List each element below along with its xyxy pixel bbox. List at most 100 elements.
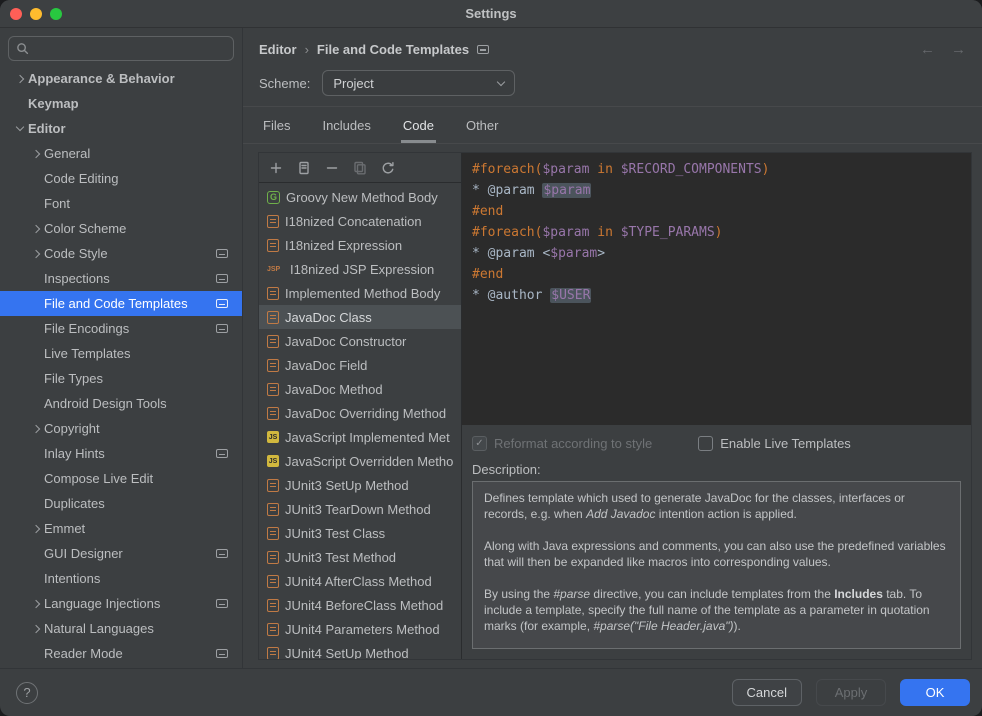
tree-item-compose-live-edit[interactable]: Compose Live Edit xyxy=(0,466,242,491)
tree-item-keymap[interactable]: Keymap xyxy=(0,91,242,116)
code-token: $RECORD_COMPONENTS xyxy=(621,162,762,177)
tree-item-intentions[interactable]: Intentions xyxy=(0,566,242,591)
code-line: #foreach($param in $RECORD_COMPONENTS) xyxy=(472,159,971,180)
tab-code[interactable]: Code xyxy=(401,107,436,143)
chevron-right-icon[interactable] xyxy=(32,224,40,232)
tree-item-label: Editor xyxy=(28,121,66,136)
cancel-button[interactable]: Cancel xyxy=(732,679,802,706)
tree-item-live-templates[interactable]: Live Templates xyxy=(0,341,242,366)
template-list-item-javascript-implemented-met[interactable]: JSJavaScript Implemented Met xyxy=(259,425,461,449)
template-icon xyxy=(267,311,279,324)
create-child-template-button[interactable] xyxy=(293,157,315,179)
tree-item-font[interactable]: Font xyxy=(0,191,242,216)
minimize-button[interactable] xyxy=(30,8,42,20)
tree-item-inlay-hints[interactable]: Inlay Hints xyxy=(0,441,242,466)
tree-item-copyright[interactable]: Copyright xyxy=(0,416,242,441)
help-button[interactable]: ? xyxy=(16,682,38,704)
chevron-slot xyxy=(28,251,44,257)
enable-live-templates-option[interactable]: Enable Live Templates xyxy=(698,436,851,451)
tree-item-android-design-tools[interactable]: Android Design Tools xyxy=(0,391,242,416)
remove-template-button[interactable] xyxy=(321,157,343,179)
tree-item-label: Color Scheme xyxy=(44,221,126,236)
live-templates-label: Enable Live Templates xyxy=(720,436,851,451)
add-template-button[interactable] xyxy=(265,157,287,179)
description-text: intention action is applied. xyxy=(655,507,796,521)
settings-tree: Appearance & BehaviorKeymap Editor General… xyxy=(0,66,242,668)
monitor-icon xyxy=(216,324,228,333)
scheme-select[interactable]: Project xyxy=(322,70,515,96)
description-label: Description: xyxy=(462,458,971,481)
tree-item-inspections[interactable]: Inspections xyxy=(0,266,242,291)
chevron-down-icon[interactable] xyxy=(16,123,24,131)
traffic-lights xyxy=(10,8,62,20)
breadcrumb-editor[interactable]: Editor xyxy=(259,42,297,57)
javascript-icon: JS xyxy=(267,431,279,443)
copy-template-button[interactable] xyxy=(349,157,371,179)
settings-search-box[interactable] xyxy=(8,36,234,61)
tree-item-file-and-code-templates[interactable]: File and Code Templates xyxy=(0,291,242,316)
forward-arrow-button[interactable]: → xyxy=(951,41,966,58)
tab-other[interactable]: Other xyxy=(464,107,501,143)
code-token: in xyxy=(597,225,613,240)
tree-item-editor[interactable]: Editor xyxy=(0,116,242,141)
titlebar: Settings xyxy=(0,0,982,28)
tree-item-natural-languages[interactable]: Natural Languages xyxy=(0,616,242,641)
tab-includes[interactable]: Includes xyxy=(320,107,372,143)
chevron-right-icon[interactable] xyxy=(32,424,40,432)
chevron-right-icon[interactable] xyxy=(16,74,24,82)
tree-item-duplicates[interactable]: Duplicates xyxy=(0,491,242,516)
template-list-item-javadoc-overriding-method[interactable]: JavaDoc Overriding Method xyxy=(259,401,461,425)
live-templates-checkbox[interactable] xyxy=(698,436,713,451)
template-item-label: JavaDoc Constructor xyxy=(285,334,406,349)
tree-item-label: Code Editing xyxy=(44,171,118,186)
tree-item-gui-designer[interactable]: GUI Designer xyxy=(0,541,242,566)
tree-item-label: Natural Languages xyxy=(44,621,154,636)
back-arrow-button[interactable]: ← xyxy=(920,41,935,58)
template-list-item-groovy-new-method-body[interactable]: GGroovy New Method Body xyxy=(259,185,461,209)
monitor-icon xyxy=(216,549,228,558)
template-list-item-junit4-beforeclass-method[interactable]: JUnit4 BeforeClass Method xyxy=(259,593,461,617)
chevron-right-icon[interactable] xyxy=(32,149,40,157)
template-list-item-junit4-afterclass-method[interactable]: JUnit4 AfterClass Method xyxy=(259,569,461,593)
tree-item-appearance-behavior[interactable]: Appearance & Behavior xyxy=(0,66,242,91)
template-list-item-junit3-setup-method[interactable]: JUnit3 SetUp Method xyxy=(259,473,461,497)
template-item-label: Groovy New Method Body xyxy=(286,190,438,205)
tree-item-code-style[interactable]: Code Style xyxy=(0,241,242,266)
template-editor[interactable]: #foreach($param in $RECORD_COMPONENTS) *… xyxy=(462,153,971,425)
chevron-right-icon[interactable] xyxy=(32,249,40,257)
chevron-right-icon[interactable] xyxy=(32,624,40,632)
reset-to-default-button[interactable] xyxy=(377,157,399,179)
javascript-icon: JS xyxy=(267,455,279,467)
template-list-item-implemented-method-body[interactable]: Implemented Method Body xyxy=(259,281,461,305)
tree-item-emmet[interactable]: Emmet xyxy=(0,516,242,541)
template-list-item-i18nized-concatenation[interactable]: I18nized Concatenation xyxy=(259,209,461,233)
template-list-item-junit4-parameters-method[interactable]: JUnit4 Parameters Method xyxy=(259,617,461,641)
template-list-item-junit3-teardown-method[interactable]: JUnit3 TearDown Method xyxy=(259,497,461,521)
tree-item-color-scheme[interactable]: Color Scheme xyxy=(0,216,242,241)
template-list-item-javadoc-class[interactable]: JavaDoc Class xyxy=(259,305,461,329)
template-list-item-junit3-test-method[interactable]: JUnit3 Test Method xyxy=(259,545,461,569)
template-list-item-javascript-overridden-metho[interactable]: JSJavaScript Overridden Metho xyxy=(259,449,461,473)
template-list-item-javadoc-field[interactable]: JavaDoc Field xyxy=(259,353,461,377)
template-list-item-i18nized-expression[interactable]: I18nized Expression xyxy=(259,233,461,257)
zoom-button[interactable] xyxy=(50,8,62,20)
tree-item-label: Reader Mode xyxy=(44,646,123,661)
template-list-item-javadoc-constructor[interactable]: JavaDoc Constructor xyxy=(259,329,461,353)
template-list-item-junit3-test-class[interactable]: JUnit3 Test Class xyxy=(259,521,461,545)
template-list-item-i18nized-jsp-expression[interactable]: JSPI18nized JSP Expression xyxy=(259,257,461,281)
template-list-item-junit4-setup-method[interactable]: JUnit4 SetUp Method xyxy=(259,641,461,659)
tree-item-file-encodings[interactable]: File Encodings xyxy=(0,316,242,341)
tree-item-language-injections[interactable]: Language Injections xyxy=(0,591,242,616)
template-icon xyxy=(267,359,279,372)
tree-item-general[interactable]: General xyxy=(0,141,242,166)
tree-item-code-editing[interactable]: Code Editing xyxy=(0,166,242,191)
chevron-right-icon[interactable] xyxy=(32,599,40,607)
tree-item-reader-mode[interactable]: Reader Mode xyxy=(0,641,242,666)
chevron-right-icon[interactable] xyxy=(32,524,40,532)
tree-item-file-types[interactable]: File Types xyxy=(0,366,242,391)
ok-button[interactable]: OK xyxy=(900,679,970,706)
template-list-item-javadoc-method[interactable]: JavaDoc Method xyxy=(259,377,461,401)
tab-files[interactable]: Files xyxy=(261,107,292,143)
close-button[interactable] xyxy=(10,8,22,20)
settings-search-input[interactable] xyxy=(34,41,226,56)
